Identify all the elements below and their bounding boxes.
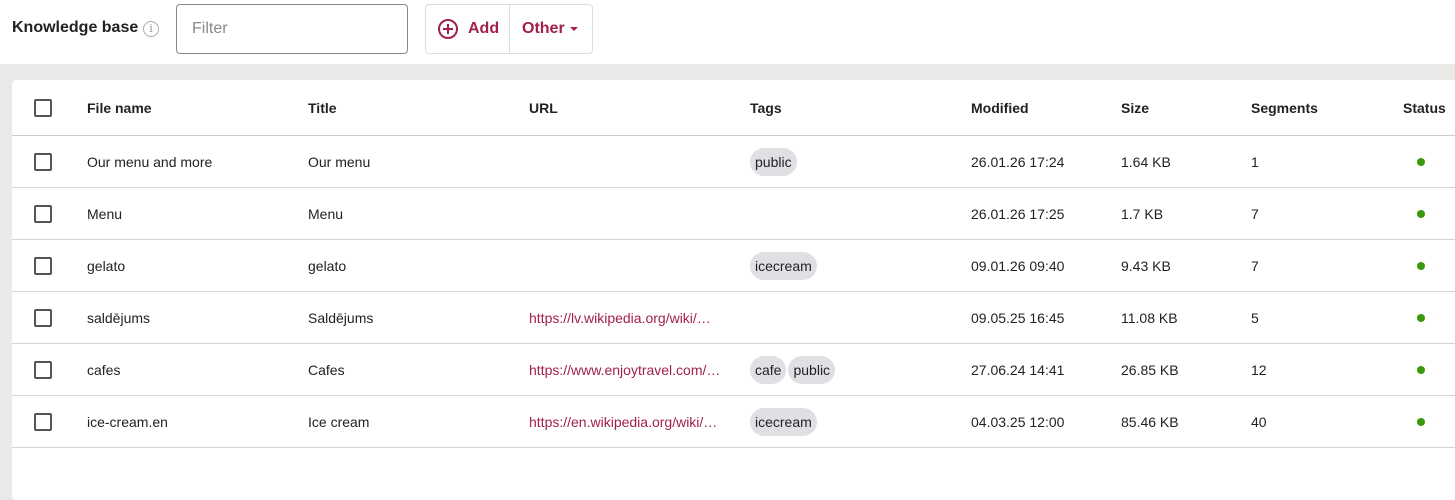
cell-size: 26.85 KB — [1121, 361, 1179, 378]
column-header-file[interactable]: File name — [87, 100, 152, 116]
cell-segments: 5 — [1251, 309, 1259, 326]
row-checkbox[interactable] — [34, 256, 52, 275]
status-dot-icon — [1417, 365, 1425, 374]
row-checkbox[interactable] — [34, 412, 52, 431]
table-row[interactable]: ice-cream.en Ice cream https://en.wikipedi… — [12, 396, 1455, 448]
toolbar: Knowledge base i Add Other — [0, 0, 1455, 64]
cell-tags: cafe public — [750, 355, 837, 384]
cell-modified: 09.01.26 09:40 — [971, 257, 1065, 274]
row-checkbox[interactable] — [34, 204, 52, 223]
cell-status — [1417, 417, 1425, 426]
cell-segments: 7 — [1251, 205, 1259, 222]
cell-file: gelato — [87, 257, 126, 274]
cell-modified: 09.05.25 16:45 — [971, 309, 1065, 326]
column-header-title[interactable]: Title — [308, 100, 337, 116]
cell-size: 1.7 KB — [1121, 205, 1164, 222]
cell-modified: 26.01.26 17:24 — [971, 153, 1065, 170]
column-header-status[interactable]: Status — [1403, 100, 1446, 116]
status-dot-icon — [1417, 417, 1425, 426]
table-header: File name Title URL Tags Modified Size Segment… — [12, 80, 1455, 136]
cell-title: gelato — [308, 257, 347, 274]
column-header-size[interactable]: Size — [1121, 100, 1149, 116]
cell-status — [1417, 157, 1425, 166]
tag-badge: icecream — [750, 251, 817, 280]
add-button[interactable]: Add — [426, 5, 510, 53]
cell-title: Cafes — [308, 361, 345, 378]
column-header-tags[interactable]: Tags — [750, 100, 782, 116]
status-dot-icon — [1417, 209, 1425, 218]
other-label: Other — [522, 20, 565, 37]
cell-modified: 27.06.24 14:41 — [971, 361, 1065, 378]
table-row[interactable]: Menu Menu 26.01.26 17:25 1.7 KB 7 — [12, 188, 1455, 240]
row-checkbox[interactable] — [34, 308, 52, 327]
cell-title: Ice cream — [308, 413, 370, 430]
cell-segments: 1 — [1251, 153, 1259, 170]
cell-status — [1417, 209, 1425, 218]
table-row[interactable]: cafes Cafes https://www.enjoytravel.com/… c… — [12, 344, 1455, 396]
cell-file: Menu — [87, 205, 123, 222]
other-dropdown-button[interactable]: Other — [510, 5, 578, 53]
cell-tags: icecream — [750, 407, 819, 436]
url-link[interactable]: https://lv.wikipedia.org/wiki/… — [529, 310, 711, 326]
cell-segments: 40 — [1251, 413, 1267, 430]
cell-file: ice-cream.en — [87, 413, 168, 430]
status-dot-icon — [1417, 261, 1425, 270]
cell-size: 1.64 KB — [1121, 153, 1171, 170]
tag-badge: icecream — [750, 407, 817, 436]
table-row[interactable]: Our menu and more Our menu public 26.01.26 … — [12, 136, 1455, 188]
table-row[interactable]: gelato gelato icecream 09.01.26 09:40 9.43 K… — [12, 240, 1455, 292]
url-link[interactable]: https://www.enjoytravel.com/… — [529, 362, 720, 378]
cell-size: 11.08 KB — [1121, 309, 1178, 326]
tag-badge: cafe — [750, 355, 787, 384]
status-dot-icon — [1417, 157, 1425, 166]
cell-modified: 26.01.26 17:25 — [971, 205, 1065, 222]
cell-file: Our menu and more — [87, 153, 213, 170]
cell-segments: 12 — [1251, 361, 1267, 378]
cell-status — [1417, 313, 1425, 322]
column-header-segments[interactable]: Segments — [1251, 100, 1318, 116]
tag-badge: public — [788, 355, 836, 384]
cell-file: saldējums — [87, 309, 151, 326]
cell-tags: icecream — [750, 251, 819, 280]
tag-badge: public — [750, 147, 797, 176]
page-title: Knowledge base — [12, 19, 139, 36]
cell-size: 9.43 KB — [1121, 257, 1171, 274]
knowledge-base-table: File name Title URL Tags Modified Size Segment… — [12, 80, 1455, 500]
row-checkbox[interactable] — [34, 152, 52, 171]
filter-input[interactable] — [176, 4, 408, 54]
cell-segments: 7 — [1251, 257, 1259, 274]
info-icon[interactable]: i — [143, 21, 159, 37]
cell-modified: 04.03.25 12:00 — [971, 413, 1065, 430]
column-header-url[interactable]: URL — [529, 100, 558, 116]
table-row[interactable]: saldējums Saldējums https://lv.wikipedia.o… — [12, 292, 1455, 344]
cell-title: Saldējums — [308, 309, 374, 326]
cell-status — [1417, 365, 1425, 374]
row-checkbox[interactable] — [34, 360, 52, 379]
column-header-modified[interactable]: Modified — [971, 100, 1029, 116]
cell-title: Menu — [308, 205, 344, 222]
add-label: Add — [468, 20, 500, 37]
caret-down-icon — [569, 27, 578, 31]
action-button-group: Add Other — [425, 4, 593, 54]
status-dot-icon — [1417, 313, 1425, 322]
cell-size: 85.46 KB — [1121, 413, 1179, 430]
url-link[interactable]: https://en.wikipedia.org/wiki/… — [529, 414, 717, 430]
plus-circle-icon — [438, 19, 458, 39]
cell-title: Our menu — [308, 153, 371, 170]
select-all-checkbox[interactable] — [34, 98, 52, 117]
cell-tags: public — [750, 147, 799, 176]
cell-status — [1417, 261, 1425, 270]
cell-file: cafes — [87, 361, 121, 378]
